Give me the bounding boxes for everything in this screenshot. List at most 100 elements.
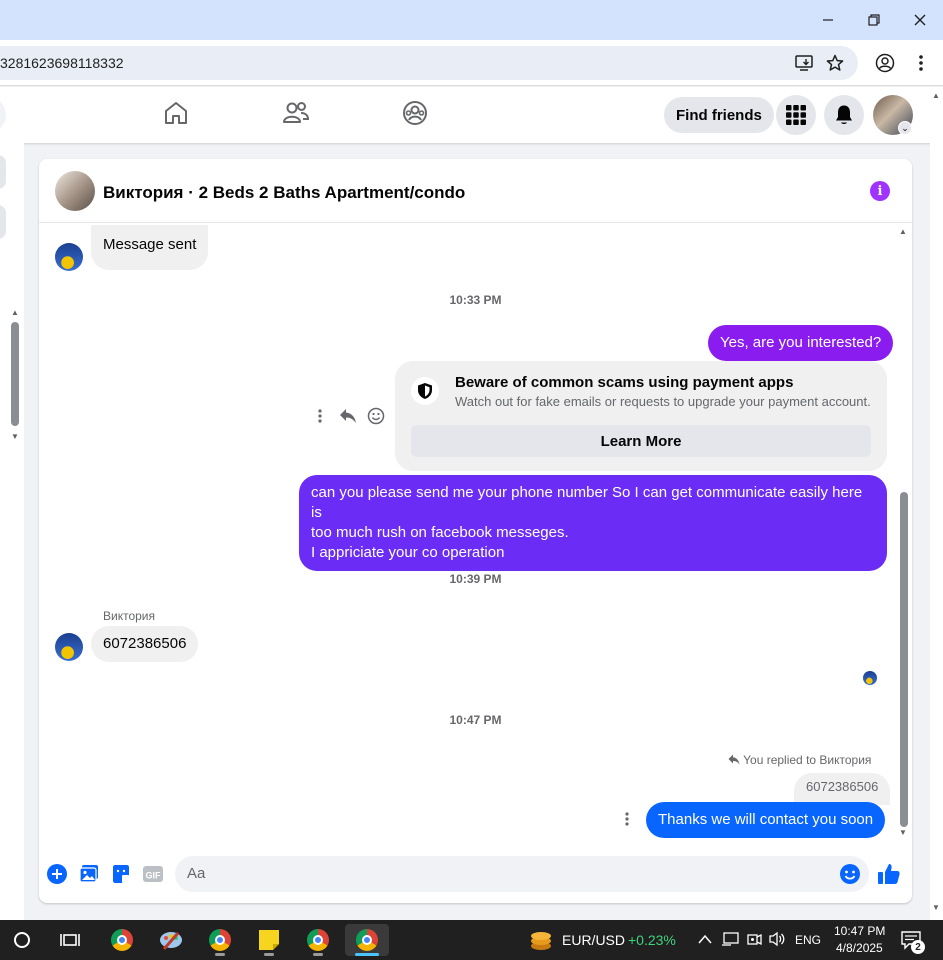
window-titlebar [0, 0, 943, 40]
left-sidebar-item[interactable] [0, 155, 6, 189]
timestamp: 10:33 PM [449, 293, 502, 307]
message-text-line: too much rush on facebook messeges. [311, 524, 569, 541]
quoted-message[interactable]: 6072386506 [794, 773, 891, 805]
active-indicator [355, 953, 379, 956]
clock-time[interactable]: 10:47 PM [834, 924, 885, 938]
reply-indicator-text: You replied to Виктория [743, 753, 872, 767]
chat-header: Виктория · 2 Beds 2 Baths Apartment/cond… [39, 159, 912, 223]
network-icon[interactable] [721, 931, 739, 950]
sticky-notes-app[interactable] [247, 924, 291, 956]
react-emoji-icon[interactable] [366, 406, 386, 426]
info-icon[interactable]: i [870, 181, 890, 201]
seen-receipt-avatar [863, 671, 877, 685]
chrome-icon [307, 929, 329, 951]
coins-icon[interactable] [528, 929, 554, 951]
incoming-message[interactable]: 6072386506 [91, 626, 199, 662]
minimize-icon [823, 19, 833, 21]
find-friends-button[interactable]: Find friends [664, 97, 774, 133]
scroll-down-arrow-icon[interactable]: ▼ [11, 432, 19, 441]
left-scrollbar-thumb[interactable] [11, 322, 19, 426]
message-input[interactable]: Aa [175, 856, 869, 892]
learn-more-label: Learn More [600, 432, 682, 450]
profile-icon[interactable] [873, 51, 897, 75]
quoted-text: 6072386506 [806, 779, 879, 794]
message-text: Yes, are you interested? [720, 334, 882, 351]
reply-indicator: You replied to Виктория [728, 753, 871, 767]
restore-icon [868, 14, 880, 26]
message-text-line: I appriciate your co operation [311, 544, 505, 561]
language-indicator[interactable]: ENG [795, 933, 821, 947]
url-text[interactable]: 3281623698118332 [0, 55, 124, 71]
messages-scrollbar-thumb[interactable] [900, 492, 908, 827]
task-view-icon [60, 934, 80, 946]
notification-count-badge: 2 [911, 940, 925, 954]
outgoing-message[interactable]: Thanks we will contact you soon [646, 802, 886, 838]
chrome-icon [356, 929, 378, 951]
groups-icon[interactable] [401, 99, 429, 127]
find-friends-label: Find friends [676, 106, 762, 124]
messages-scroll-up-icon[interactable]: ▲ [899, 227, 907, 236]
thumbs-up-icon[interactable] [877, 862, 901, 886]
incoming-message[interactable]: Message sent [91, 225, 209, 270]
more-options-icon[interactable] [310, 406, 330, 426]
emoji-icon[interactable] [839, 863, 861, 885]
scam-warning-subtitle: Watch out for fake emails or requests to… [455, 394, 871, 409]
chrome-app[interactable] [100, 924, 144, 956]
show-hidden-icons-icon[interactable] [698, 931, 712, 947]
paint-app[interactable] [149, 924, 193, 956]
meet-icon[interactable] [746, 931, 762, 950]
chrome-profile-app[interactable] [198, 924, 242, 956]
notifications-button[interactable] [824, 95, 864, 135]
minimize-button[interactable] [805, 0, 851, 40]
timestamp: 10:39 PM [449, 572, 502, 586]
home-icon[interactable] [162, 99, 190, 127]
chrome-profile-app-active[interactable] [345, 924, 389, 956]
bell-icon [836, 105, 852, 124]
address-bar[interactable]: 3281623698118332 [0, 46, 858, 80]
scam-warning-card: Beware of common scams using payment app… [395, 361, 887, 471]
restore-button[interactable] [851, 0, 897, 40]
browser-toolbar: 3281623698118332 [0, 40, 943, 86]
search-button[interactable] [0, 924, 44, 956]
volume-icon[interactable] [768, 931, 786, 950]
listing-avatar[interactable] [55, 171, 95, 211]
close-window-button[interactable] [897, 0, 943, 40]
running-indicator [313, 953, 323, 956]
contact-avatar[interactable] [55, 243, 83, 271]
ticker-change[interactable]: +0.23% [628, 932, 676, 948]
ticker-symbol[interactable]: EUR/USD [562, 932, 625, 948]
chat-title[interactable]: Виктория · 2 Beds 2 Baths Apartment/cond… [103, 183, 465, 203]
browser-menu-icon[interactable] [909, 51, 933, 75]
bookmark-star-icon[interactable] [823, 51, 847, 75]
photo-icon[interactable] [78, 863, 100, 885]
search-field-edge[interactable] [0, 97, 6, 133]
more-options-icon[interactable] [617, 809, 637, 829]
svg-text:GIF: GIF [146, 871, 162, 881]
sticker-icon[interactable] [110, 863, 132, 885]
chrome-icon [111, 929, 133, 951]
outgoing-message[interactable]: Yes, are you interested? [708, 325, 894, 361]
learn-more-button[interactable]: Learn More [411, 425, 871, 457]
message-text: Thanks we will contact you soon [658, 811, 874, 828]
friends-icon[interactable] [282, 99, 310, 127]
messages-scroll-down-icon[interactable]: ▼ [899, 828, 907, 837]
scroll-up-arrow-icon[interactable]: ▲ [11, 308, 19, 317]
running-indicator [264, 953, 274, 956]
chevron-down-icon[interactable]: ⌄ [898, 121, 912, 135]
chrome-profile-app-2[interactable] [296, 924, 340, 956]
install-app-icon[interactable] [792, 51, 816, 75]
left-sidebar-edge: ▲ ▼ [0, 143, 24, 920]
left-sidebar-item[interactable] [0, 205, 6, 239]
page-scroll-down-icon[interactable]: ▼ [932, 903, 940, 912]
sender-name: Виктория [103, 609, 156, 623]
task-view-button[interactable] [48, 924, 92, 956]
contact-avatar[interactable] [55, 633, 83, 661]
menu-grid-button[interactable] [776, 95, 816, 135]
gif-icon[interactable]: GIF [142, 863, 164, 885]
plus-icon[interactable] [46, 863, 68, 885]
message-input-placeholder: Aa [187, 865, 206, 882]
outgoing-message[interactable]: can you please send me your phone number… [299, 475, 887, 571]
page-scroll-up-icon[interactable]: ▲ [932, 91, 940, 100]
clock-date[interactable]: 4/8/2025 [836, 941, 883, 955]
reply-icon[interactable] [338, 406, 358, 426]
